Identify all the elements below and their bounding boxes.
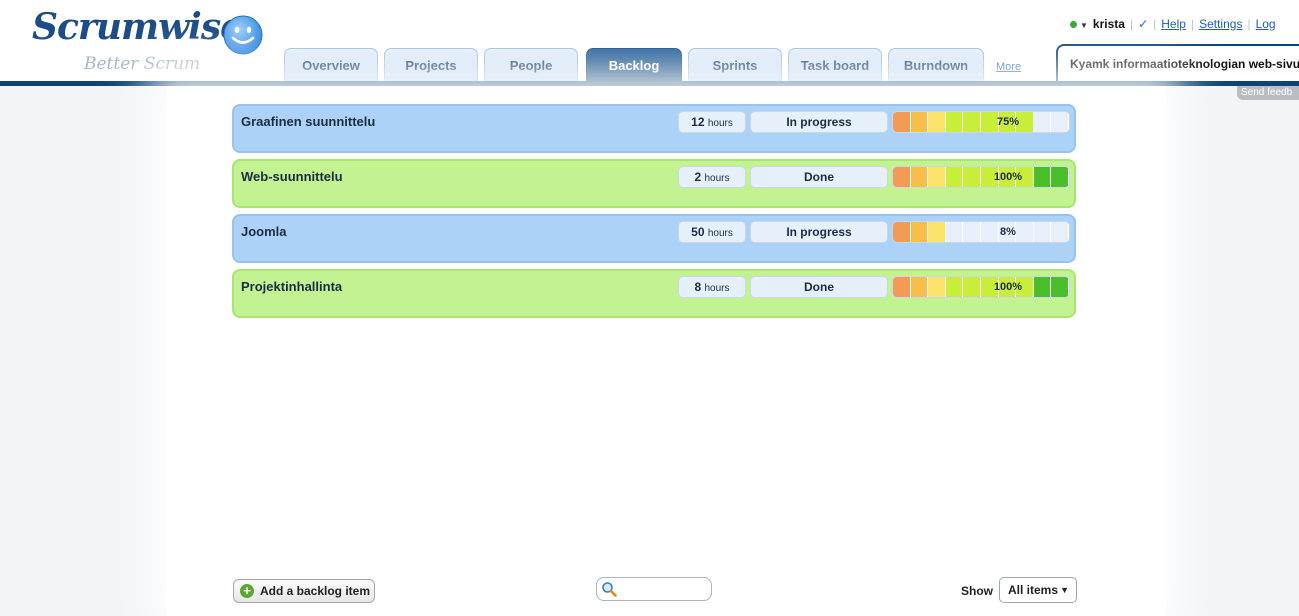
progress-cell xyxy=(893,167,911,187)
hours-unit: hours xyxy=(704,283,730,294)
progress-cell xyxy=(928,222,946,242)
backlog-item[interactable]: Web-suunnittelu 2 hours Done 100% xyxy=(232,159,1076,208)
backlog-item[interactable]: Projektinhallinta 8 hours Done 100% xyxy=(232,269,1076,318)
progress-cell xyxy=(1051,277,1069,297)
separator: | xyxy=(1129,17,1134,31)
progress-bar: 8% xyxy=(892,221,1070,243)
online-status-icon xyxy=(1070,21,1077,28)
status-selector[interactable]: Done xyxy=(750,276,888,298)
tab-sprints[interactable]: Sprints xyxy=(688,48,782,81)
tab-projects[interactable]: Projects xyxy=(384,48,478,81)
hours-unit: hours xyxy=(707,228,733,239)
progress-cell xyxy=(893,277,911,297)
progress-cell xyxy=(946,222,964,242)
progress-bar: 100% xyxy=(892,276,1070,298)
progress-cell xyxy=(945,112,964,132)
search-box[interactable] xyxy=(596,577,712,601)
progress-percent: 100% xyxy=(993,171,1023,183)
progress-cell xyxy=(910,112,929,132)
username[interactable]: krista xyxy=(1093,17,1125,31)
logo-wordmark: Scrumwise xyxy=(32,6,243,48)
hours-estimate[interactable]: 8 hours xyxy=(678,276,746,298)
progress-cell xyxy=(1051,112,1069,132)
tab-task-board[interactable]: Task board xyxy=(788,48,882,81)
backlog-item-title[interactable]: Graafinen suunnittelu xyxy=(241,114,375,129)
progress-percent: 75% xyxy=(996,116,1020,128)
tab-people[interactable]: People xyxy=(484,48,578,81)
backlog-item-title[interactable]: Web-suunnittelu xyxy=(241,169,343,184)
app-header: Scrumwise Better Scrum Overview Projects… xyxy=(0,0,1299,86)
tab-burndown[interactable]: Burndown xyxy=(888,48,984,81)
progress-bar: 75% xyxy=(892,111,1070,133)
add-icon: + xyxy=(240,584,254,598)
smiley-logo-icon xyxy=(223,15,263,55)
hours-value: 2 xyxy=(694,170,702,184)
logo-tagline: Better Scrum xyxy=(84,54,201,74)
hours-value: 8 xyxy=(694,280,702,294)
add-backlog-item-button[interactable]: + Add a backlog item xyxy=(233,579,375,603)
separator: | xyxy=(1247,17,1251,31)
progress-cell xyxy=(910,167,929,187)
progress-cell xyxy=(910,277,929,297)
progress-cell xyxy=(893,112,911,132)
scrumwise-logo[interactable]: Scrumwise Better Scrum xyxy=(6,4,276,84)
hours-estimate[interactable]: 2 hours xyxy=(678,166,746,188)
add-backlog-item-label: Add a backlog item xyxy=(260,584,371,598)
project-selector[interactable]: Kyamk informaatioteknologian web-sivut xyxy=(1056,44,1299,81)
logout-link[interactable]: Log xyxy=(1256,17,1276,31)
help-link[interactable]: Help xyxy=(1161,17,1186,31)
hours-unit: hours xyxy=(707,118,733,129)
progress-cell xyxy=(928,277,946,297)
status-selector[interactable]: In progress xyxy=(750,221,888,243)
checkmark-icon[interactable]: ✓ xyxy=(1138,17,1148,31)
backlog-item[interactable]: Graafinen suunnittelu 12 hours In progre… xyxy=(232,104,1076,153)
backlog-item-title[interactable]: Projektinhallinta xyxy=(241,279,342,294)
separator: | xyxy=(1190,17,1195,31)
progress-percent: 100% xyxy=(993,281,1023,293)
search-icon xyxy=(602,582,617,597)
show-filter-value: All items xyxy=(1008,583,1059,597)
send-feedback-button[interactable]: Send feedb xyxy=(1237,86,1299,100)
backlog-item[interactable]: Joomla 50 hours In progress 8% xyxy=(232,214,1076,263)
show-filter-select[interactable]: All items ▼ xyxy=(999,577,1077,603)
progress-cell xyxy=(945,167,964,187)
tab-backlog[interactable]: Backlog xyxy=(586,48,682,81)
search-input[interactable] xyxy=(619,581,709,599)
settings-link[interactable]: Settings xyxy=(1199,17,1242,31)
status-dropdown-icon[interactable]: ▼ xyxy=(1080,21,1088,30)
backlog-item-title[interactable]: Joomla xyxy=(241,224,287,239)
progress-cell xyxy=(1051,222,1069,242)
status-selector[interactable]: In progress xyxy=(750,111,888,133)
hours-unit: hours xyxy=(704,173,730,184)
chevron-down-icon: ▼ xyxy=(1060,585,1069,595)
progress-cell xyxy=(1051,167,1069,187)
status-selector[interactable]: Done xyxy=(750,166,888,188)
show-filter-label: Show xyxy=(961,584,993,598)
progress-cell xyxy=(893,222,911,242)
progress-cell xyxy=(928,167,946,187)
hours-estimate[interactable]: 12 hours xyxy=(678,111,746,133)
progress-cell xyxy=(945,277,964,297)
user-bar: ▼ krista | ✓ | Help | Settings | Log xyxy=(1070,17,1276,31)
tab-overview[interactable]: Overview xyxy=(284,48,378,81)
hours-value: 12 xyxy=(691,115,705,129)
hours-estimate[interactable]: 50 hours xyxy=(678,221,746,243)
hours-value: 50 xyxy=(691,225,705,239)
more-tabs-link[interactable]: More xyxy=(996,61,1021,73)
progress-cell xyxy=(928,112,946,132)
progress-cell xyxy=(910,222,929,242)
separator: | xyxy=(1153,17,1157,31)
progress-bar: 100% xyxy=(892,166,1070,188)
progress-percent: 8% xyxy=(1000,226,1016,238)
